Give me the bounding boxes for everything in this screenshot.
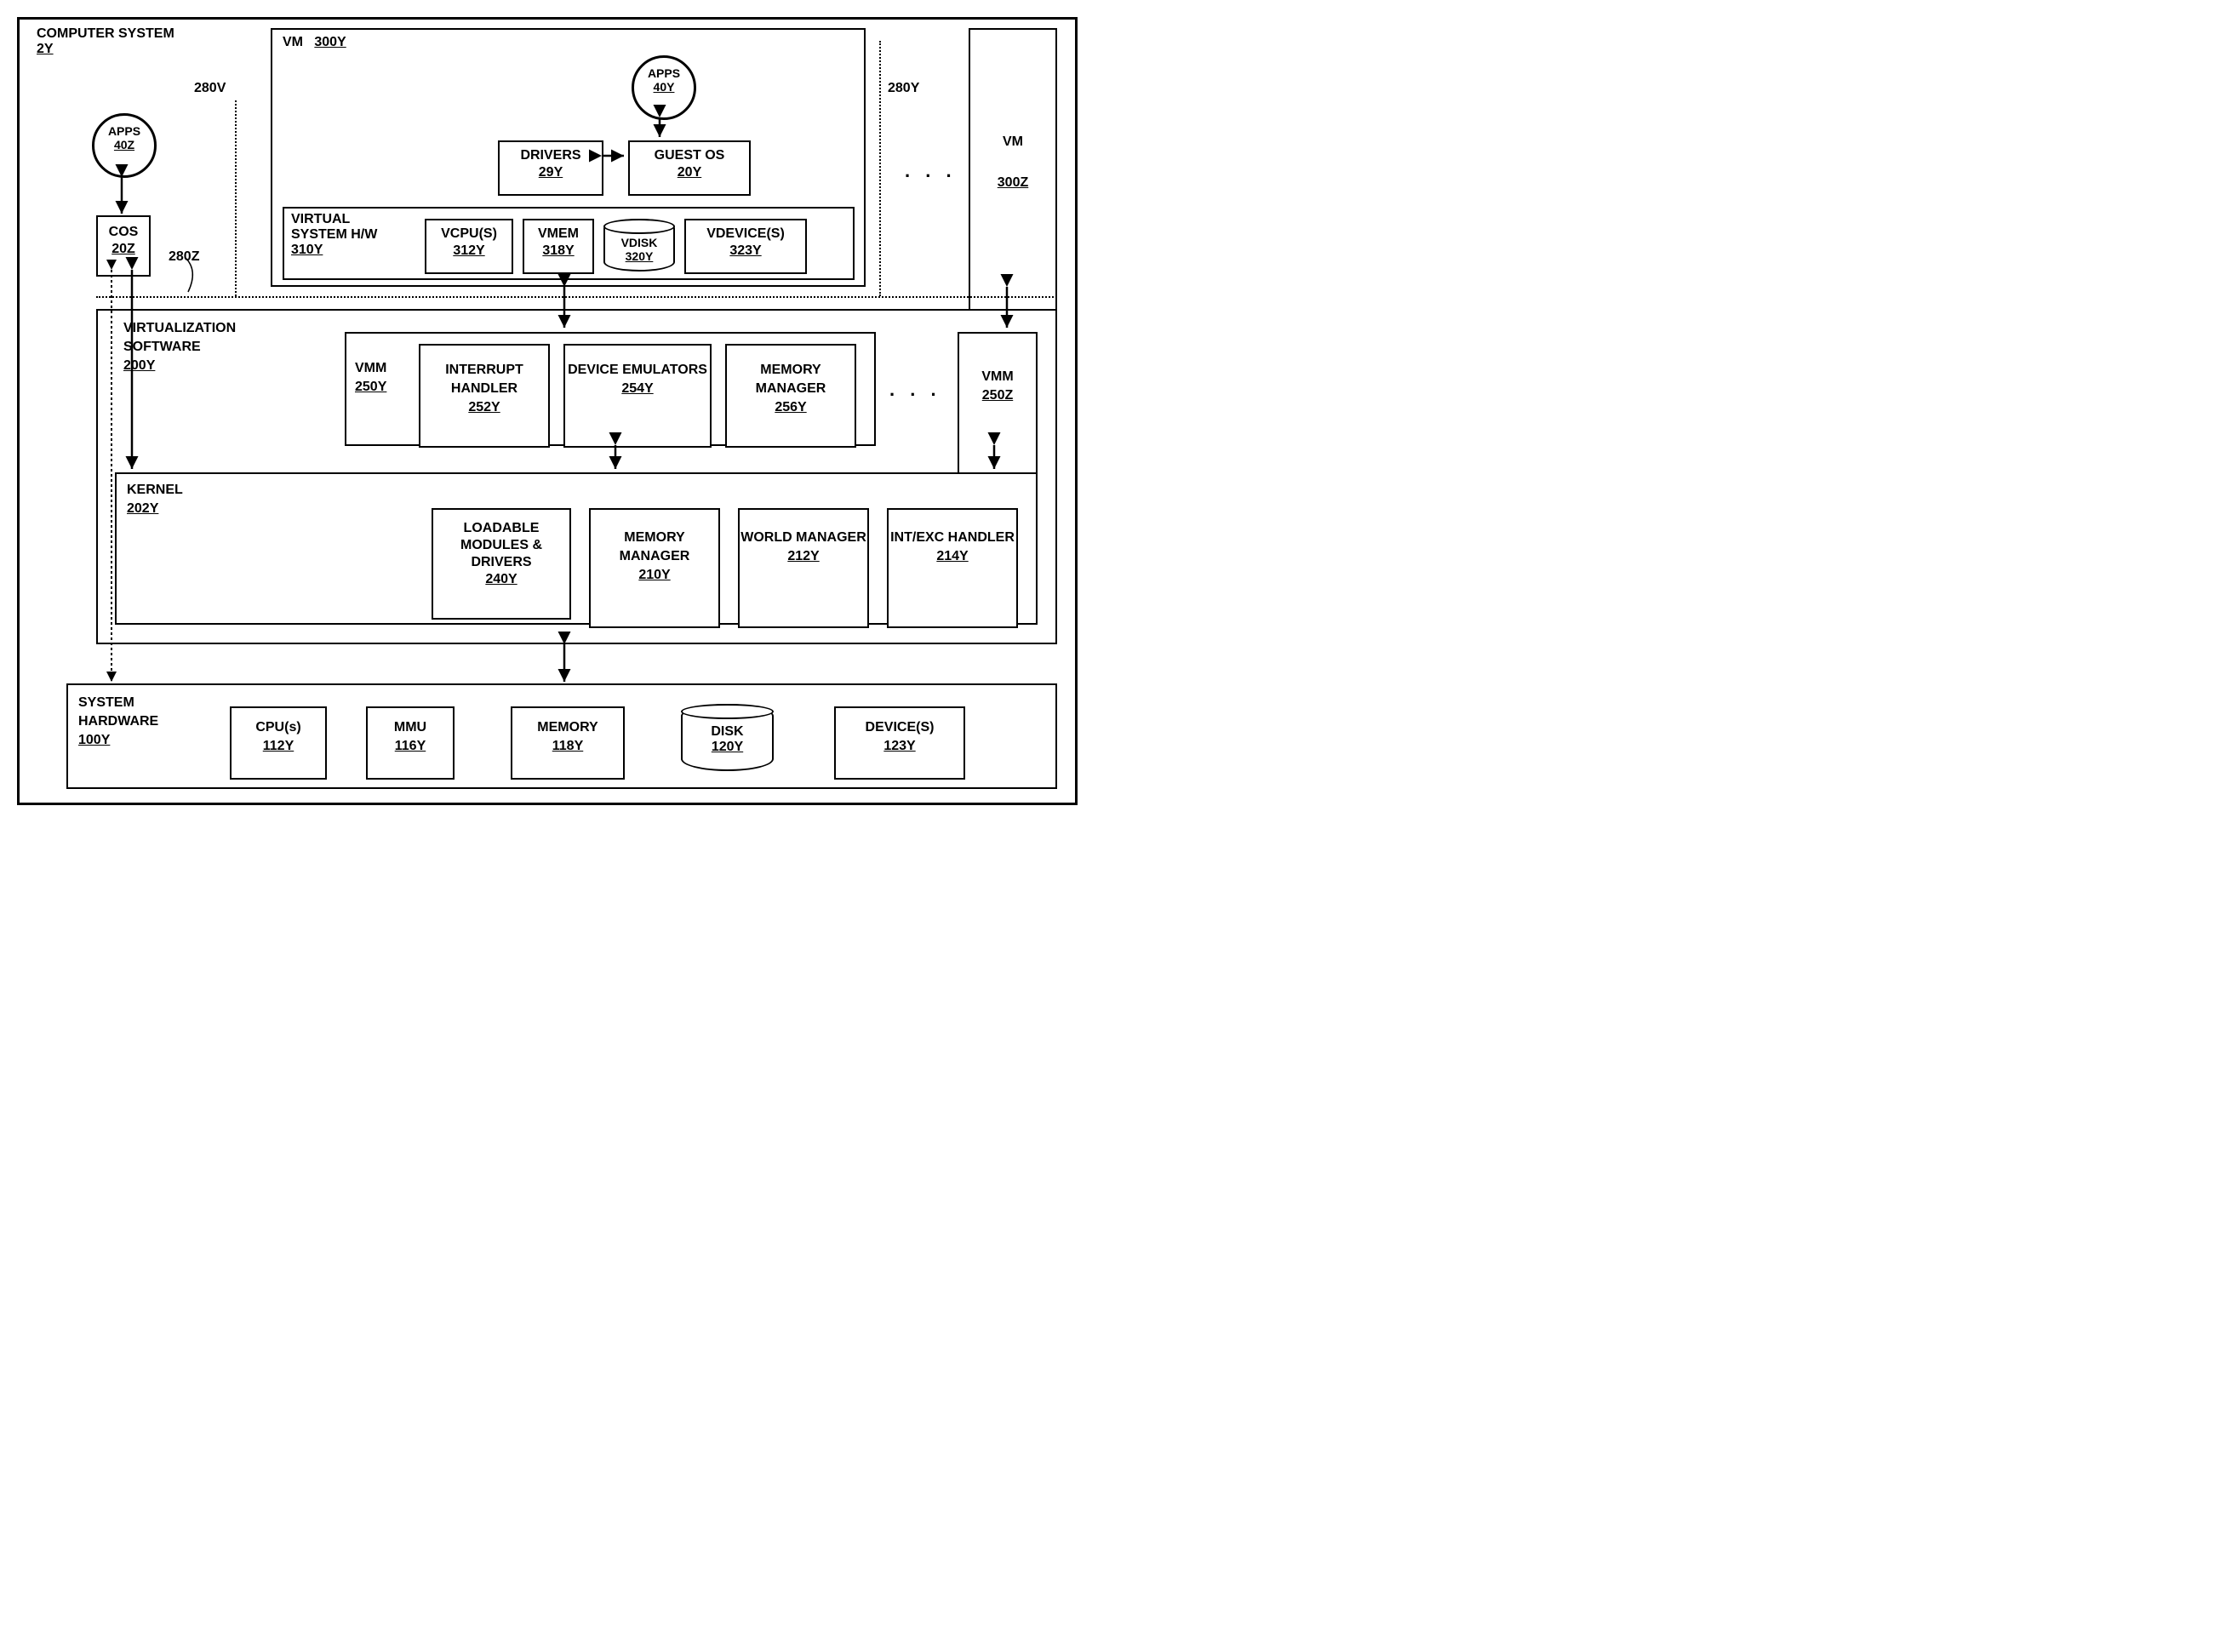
memory-box: MEMORY118Y bbox=[511, 706, 625, 780]
int-exc-handler-box: INT/EXC HANDLER214Y bbox=[887, 508, 1018, 628]
memory-manager2-box: MEMORY MANAGER210Y bbox=[589, 508, 720, 628]
kernel-box: KERNEL202Y LOADABLE MODULES & DRIVERS240… bbox=[115, 472, 1038, 625]
memory-manager1-box: MEMORY MANAGER256Y bbox=[725, 344, 856, 448]
dotted-divider bbox=[96, 296, 1054, 298]
computer-system-label: COMPUTER SYSTEM 2Y bbox=[37, 26, 174, 57]
devices-box: DEVICE(S)123Y bbox=[834, 706, 965, 780]
drivers-box: DRIVERS29Y bbox=[498, 140, 603, 196]
label-280z: 280Z bbox=[169, 249, 199, 265]
device-emulators-box: DEVICE EMULATORS254Y bbox=[563, 344, 712, 448]
label-280y: 280Y bbox=[888, 81, 919, 96]
vmm-250y-label: VMM250Y bbox=[355, 359, 386, 397]
vm-300y-label: VM 300Y bbox=[283, 35, 346, 50]
world-manager-box: WORLD MANAGER212Y bbox=[738, 508, 869, 628]
computer-system-frame: COMPUTER SYSTEM 2Y APPS40Z COS20Z 280V 2… bbox=[17, 17, 1078, 805]
vm-300y-box: VM 300Y APPS40Y DRIVERS29Y GUEST OS20Y V… bbox=[271, 28, 866, 287]
loadable-modules-box: LOADABLE MODULES & DRIVERS240Y bbox=[432, 508, 571, 620]
ellipsis-vms: . . . bbox=[905, 160, 957, 182]
mmu-box: MMU116Y bbox=[366, 706, 455, 780]
guest-os-box: GUEST OS20Y bbox=[628, 140, 751, 196]
vmm-250z-box: VMM250Z bbox=[958, 332, 1038, 480]
virtualization-software-box: VIRTUALIZATIONSOFTWARE200Y VMM250Y INTER… bbox=[96, 309, 1057, 644]
apps-40y-circle: APPS40Y bbox=[632, 55, 696, 120]
vs-label: VIRTUALIZATIONSOFTWARE200Y bbox=[123, 319, 236, 375]
virtual-hw-label: VIRTUALSYSTEM H/W310Y bbox=[291, 212, 377, 258]
disk-cyl: DISK120Y bbox=[681, 704, 774, 771]
virtual-hw-box: VIRTUALSYSTEM H/W310Y VCPU(S)312Y VMEM31… bbox=[283, 207, 855, 280]
interrupt-handler-box: INTERRUPT HANDLER252Y bbox=[419, 344, 550, 448]
system-hardware-box: SYSTEMHARDWARE100Y CPU(s)112Y MMU116Y ME… bbox=[66, 683, 1057, 789]
cos-box: COS20Z bbox=[96, 215, 151, 277]
cpu-box: CPU(s)112Y bbox=[230, 706, 327, 780]
vcpu-box: VCPU(S)312Y bbox=[425, 219, 513, 274]
vmm-250y-box: VMM250Y INTERRUPT HANDLER252Y DEVICE EMU… bbox=[345, 332, 876, 446]
vdevice-box: VDEVICE(S)323Y bbox=[684, 219, 807, 274]
vmem-box: VMEM318Y bbox=[523, 219, 594, 274]
apps-40z-circle: APPS40Z bbox=[92, 113, 157, 178]
dotted-280y bbox=[879, 41, 881, 296]
dotted-280v bbox=[235, 100, 237, 296]
label-280v: 280V bbox=[194, 81, 226, 96]
hardware-label: SYSTEMHARDWARE100Y bbox=[78, 694, 158, 750]
vdisk-cyl: VDISK320Y bbox=[603, 219, 675, 272]
ellipsis-vmm: . . . bbox=[889, 379, 941, 401]
kernel-label: KERNEL202Y bbox=[127, 481, 183, 518]
